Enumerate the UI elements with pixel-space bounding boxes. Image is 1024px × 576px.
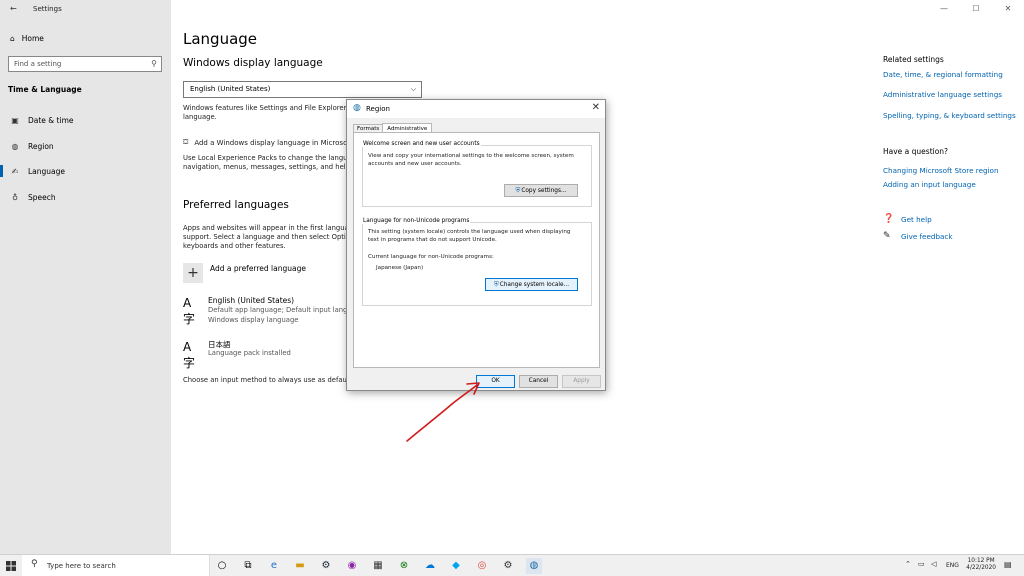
task-view-icon[interactable]: ⧉ [240, 558, 256, 574]
onedrive-icon[interactable]: ☁ [422, 558, 438, 574]
red-annotation-arrow [406, 382, 480, 442]
xbox-icon[interactable]: ⊗ [396, 558, 412, 574]
file-explorer-icon[interactable]: ▬ [292, 558, 308, 574]
chevron-up-icon[interactable]: ⌃ [905, 560, 911, 576]
steam-icon[interactable]: ⚙ [318, 558, 334, 574]
clock-time: 10:12 PM [967, 558, 995, 564]
volume-icon[interactable]: ◁ [931, 560, 936, 576]
taskbar: ⚲ Type here to search ○ ⧉ e ▬ ⚙ ◉ ▦ ⊗ ☁ … [0, 554, 1024, 576]
clock-date: 4/22/2020 [966, 565, 996, 571]
settings-gear-icon[interactable]: ⚙ [500, 558, 516, 574]
cortana-icon[interactable]: ○ [214, 558, 230, 574]
taskbar-clock[interactable]: 10:12 PM 4/22/2020 [966, 558, 996, 572]
chrome-icon[interactable]: ◎ [474, 558, 490, 574]
windows-logo-icon [6, 561, 16, 571]
search-icon: ⚲ [31, 559, 38, 569]
edge-icon[interactable]: e [266, 558, 282, 574]
input-language-indicator[interactable]: ENG [946, 562, 959, 576]
taskbar-search-placeholder: Type here to search [47, 562, 116, 570]
notifications-icon[interactable]: ▤ [1004, 560, 1012, 576]
app-icon[interactable]: ◆ [448, 558, 464, 574]
taskbar-search-box[interactable]: ⚲ Type here to search [22, 555, 210, 576]
media-app-icon[interactable]: ◉ [344, 558, 360, 574]
start-button[interactable] [0, 555, 22, 576]
network-icon[interactable]: ▭ [918, 560, 925, 576]
region-app-icon[interactable]: ◍ [526, 558, 542, 574]
app-icon[interactable]: ▦ [370, 558, 386, 574]
